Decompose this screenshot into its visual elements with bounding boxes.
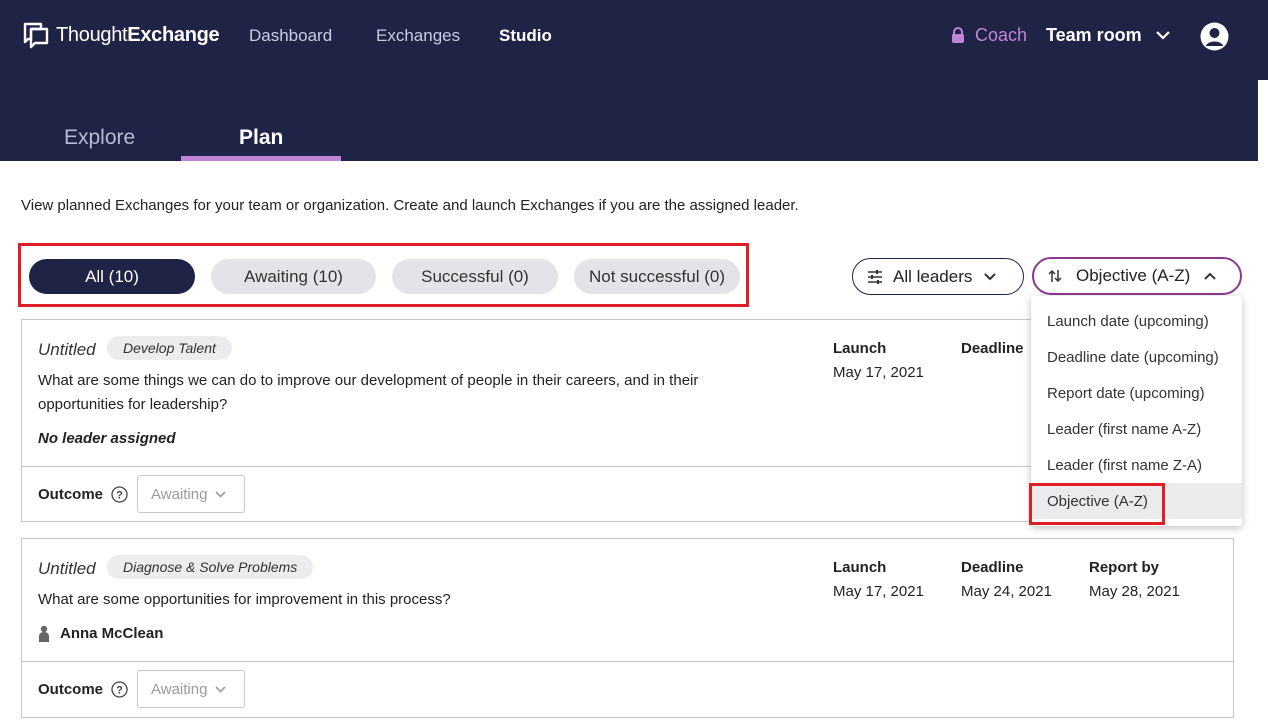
objective-tag: Diagnose & Solve Problems: [107, 555, 314, 579]
outcome-label: Outcome: [38, 486, 104, 503]
sort-option-leader-z-a[interactable]: Leader (first name Z-A): [1031, 447, 1242, 483]
tab-explore[interactable]: Explore: [64, 126, 135, 150]
outcome-label-group: Outcome ?: [38, 486, 128, 503]
report-label: Report by: [1089, 559, 1160, 576]
leaders-filter-label: All leaders: [893, 266, 973, 286]
card-question: What are some opportunities for improvem…: [38, 591, 451, 608]
active-tab-indicator: [181, 156, 341, 161]
outcome-label-group: Outcome ?: [38, 681, 128, 698]
filter-awaiting[interactable]: Awaiting (10): [211, 259, 376, 294]
deadline-label: Deadline: [961, 340, 1024, 357]
logo-wordmark: ThoughtExchange: [56, 23, 220, 46]
card-title: Untitled: [38, 559, 96, 578]
chevron-down-icon: [984, 272, 997, 280]
sort-button[interactable]: Objective (A-Z): [1032, 257, 1242, 295]
help-icon[interactable]: ?: [111, 681, 128, 698]
tab-plan[interactable]: Plan: [239, 126, 283, 150]
leaders-filter-button[interactable]: All leaders: [852, 258, 1024, 295]
launch-label: Launch: [833, 559, 887, 576]
chevron-down-icon: [215, 685, 227, 693]
card-title: Untitled: [38, 340, 96, 359]
deadline-label: Deadline: [961, 559, 1024, 576]
card-question: What are some things we can do to improv…: [38, 372, 699, 413]
objective-tag: Develop Talent: [107, 336, 232, 360]
header-edge: [1258, 0, 1268, 80]
filter-all[interactable]: All (10): [29, 259, 195, 294]
card-leader-group: Anna McClean: [38, 625, 163, 642]
person-icon: [39, 625, 49, 642]
card-leader: No leader assigned: [38, 430, 176, 447]
sliders-icon: [868, 269, 882, 284]
filter-not-successful[interactable]: Not successful (0): [574, 259, 740, 294]
sort-option-report-date[interactable]: Report date (upcoming): [1031, 375, 1242, 411]
page-description: View planned Exchanges for your team or …: [21, 197, 799, 214]
report-date: May 28, 2021: [1089, 583, 1180, 600]
launch-label: Launch: [833, 340, 887, 357]
outcome-select[interactable]: Awaiting: [137, 670, 245, 708]
header-edge-gap: [1258, 80, 1268, 161]
logo-icon: [23, 22, 49, 49]
launch-date: May 17, 2021: [833, 583, 924, 600]
coach-link[interactable]: Coach: [951, 25, 1027, 46]
nav-studio[interactable]: Studio: [499, 26, 552, 46]
deadline-date: May 24, 2021: [961, 583, 1052, 600]
sort-arrows-icon: [1048, 269, 1062, 283]
sort-label: Objective (A-Z): [1076, 266, 1191, 285]
team-room-label: Team room: [1046, 25, 1142, 45]
outcome-select[interactable]: Awaiting: [137, 475, 245, 513]
coach-label: Coach: [975, 25, 1028, 45]
card-divider: [22, 661, 1233, 662]
thoughtexchange-logo[interactable]: ThoughtExchange: [22, 21, 220, 49]
chevron-down-icon: [215, 490, 227, 498]
nav-dashboard[interactable]: Dashboard: [249, 26, 332, 46]
team-room-dropdown[interactable]: Team room: [1046, 25, 1170, 46]
sort-option-leader-a-z[interactable]: Leader (first name A-Z): [1031, 411, 1242, 447]
lock-icon: [952, 27, 964, 43]
sort-option-launch-date[interactable]: Launch date (upcoming): [1031, 303, 1242, 339]
nav-exchanges[interactable]: Exchanges: [376, 26, 460, 46]
svg-text:?: ?: [116, 490, 123, 502]
exchange-card[interactable]: Untitled Diagnose & Solve Problems What …: [21, 538, 1234, 718]
user-avatar-icon[interactable]: [1200, 22, 1229, 51]
card-leader: Anna McClean: [60, 625, 164, 642]
outcome-value: Awaiting: [151, 485, 208, 503]
chevron-up-icon: [1204, 272, 1217, 280]
chevron-down-icon: [1155, 31, 1170, 40]
filter-successful[interactable]: Successful (0): [392, 259, 558, 294]
sort-option-deadline-date[interactable]: Deadline date (upcoming): [1031, 339, 1242, 375]
help-icon[interactable]: ?: [111, 486, 128, 503]
outcome-label: Outcome: [38, 681, 104, 698]
svg-text:?: ?: [116, 685, 123, 697]
selected-option-highlight: [1029, 483, 1165, 525]
outcome-value: Awaiting: [151, 680, 208, 698]
launch-date: May 17, 2021: [833, 364, 924, 381]
